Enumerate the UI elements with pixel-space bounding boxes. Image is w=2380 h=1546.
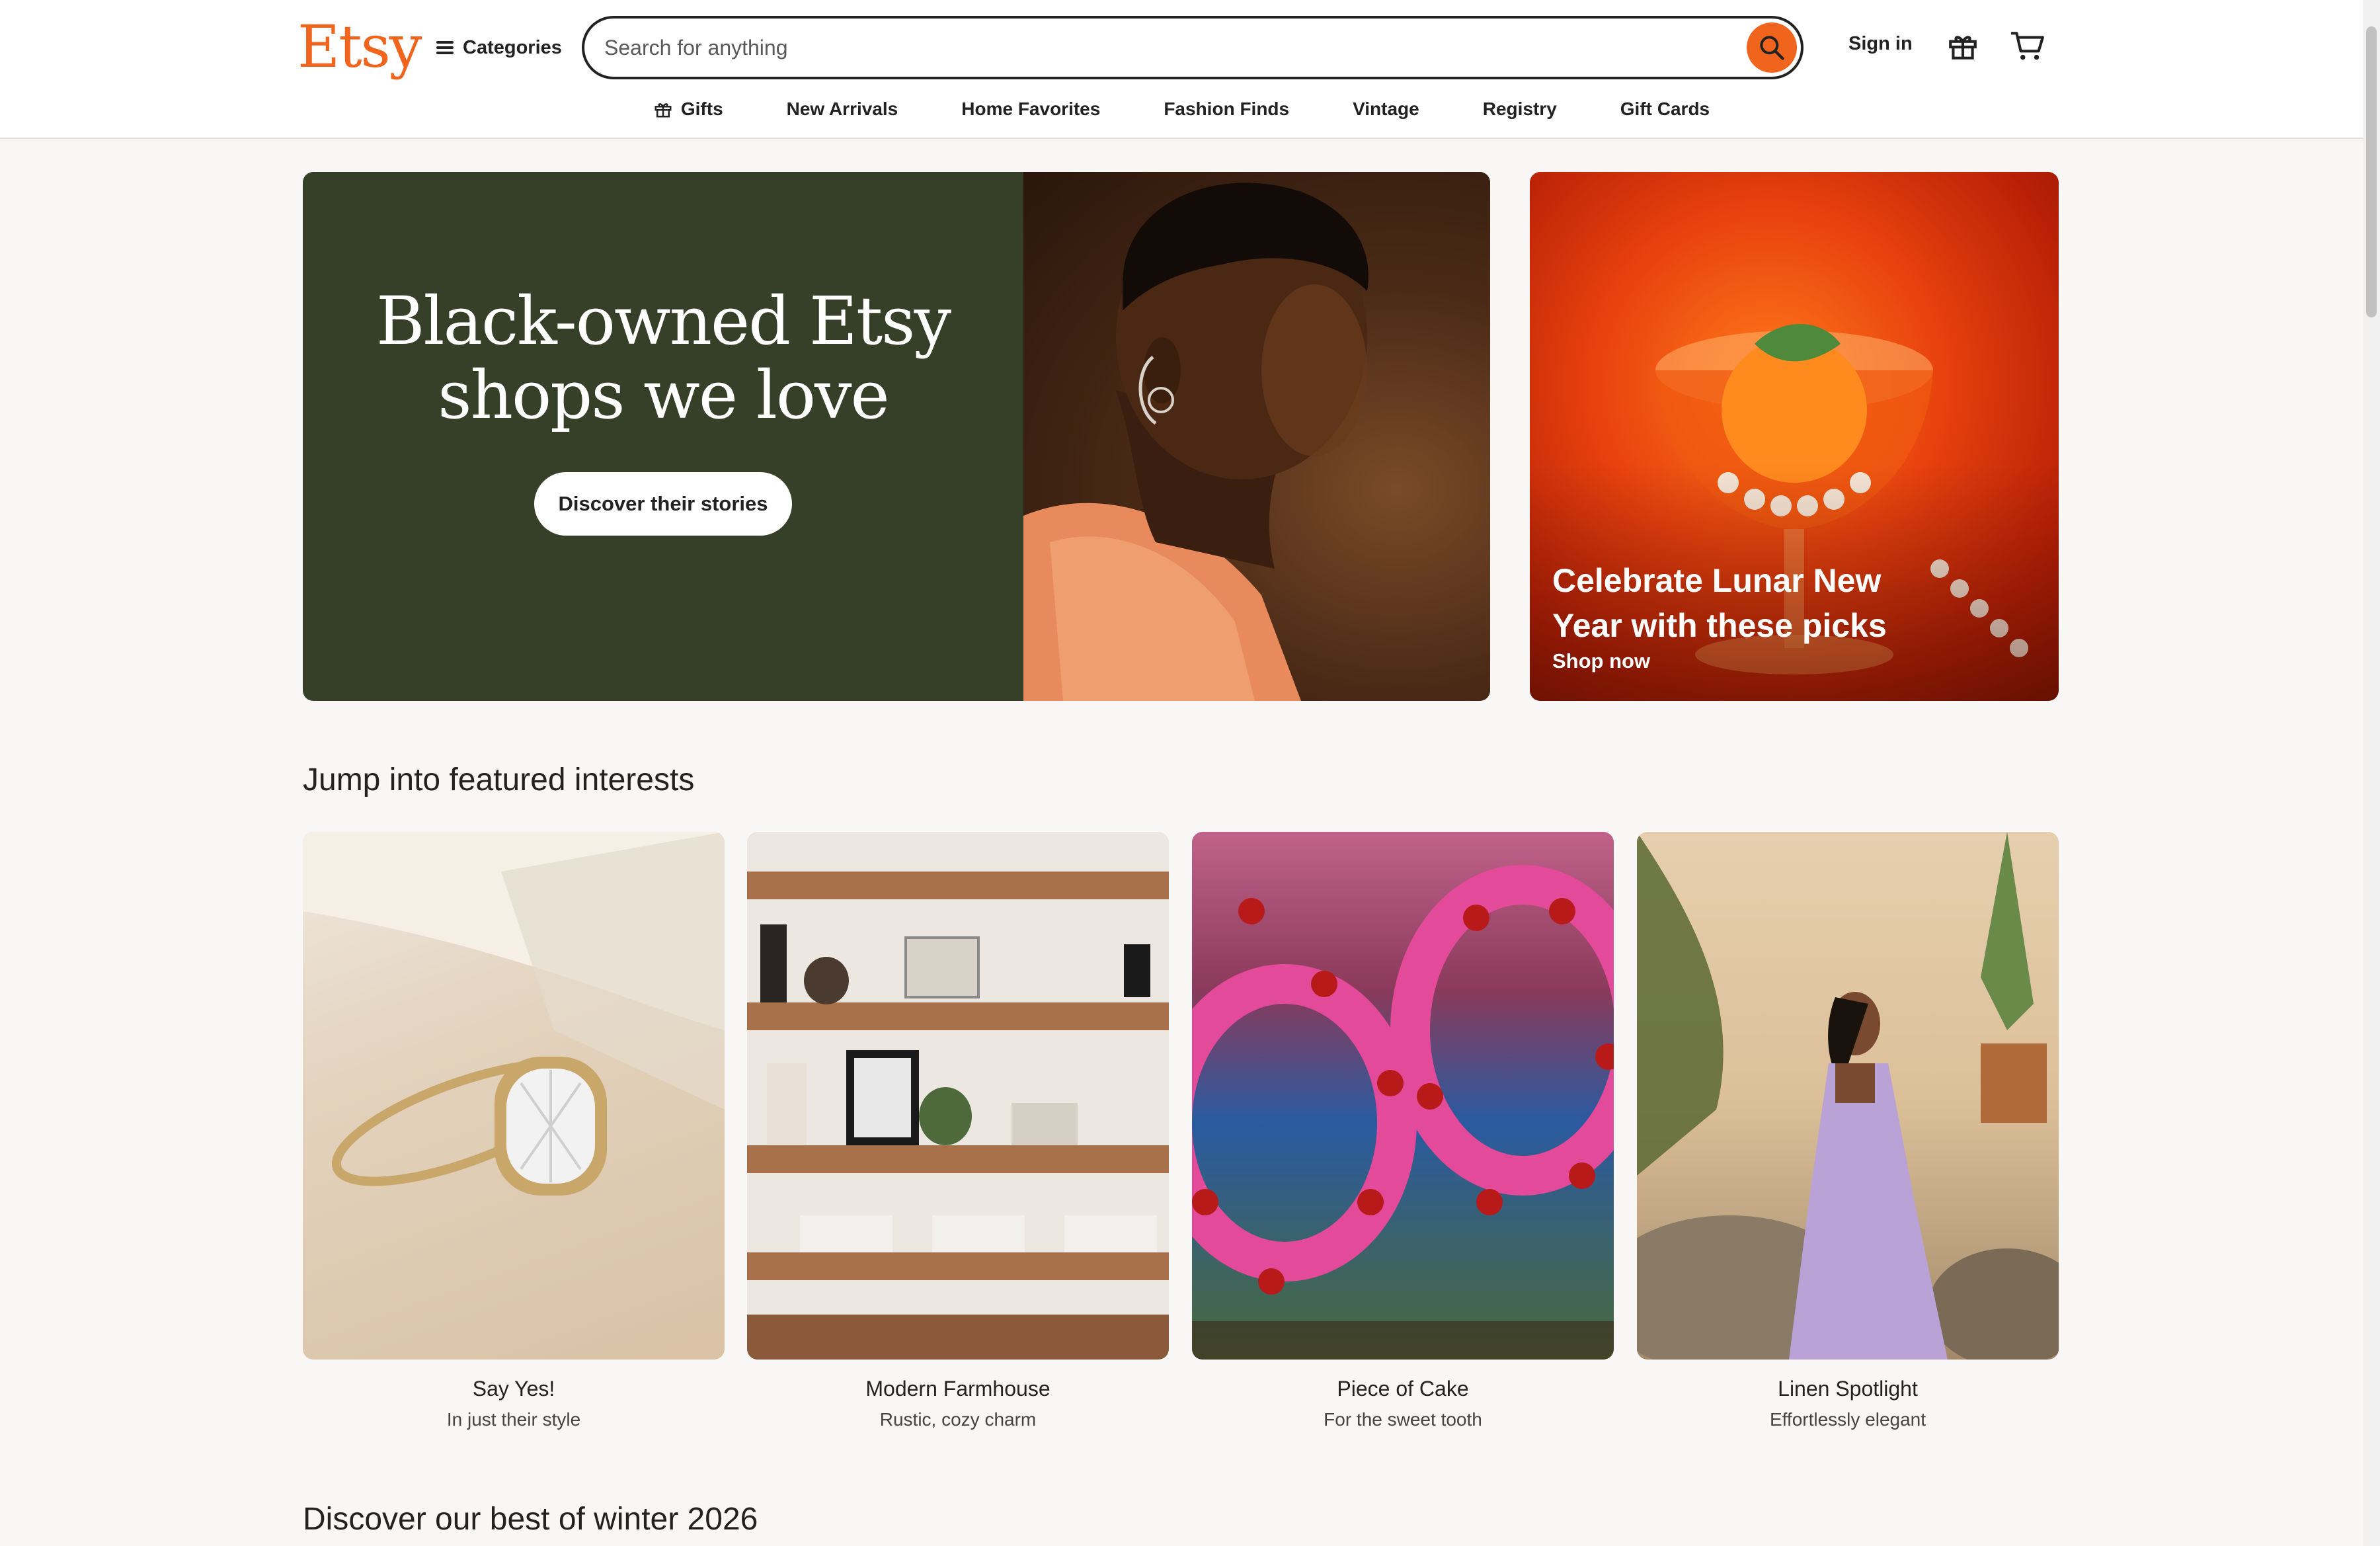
nav-item-new-arrivals[interactable]: New Arrivals [755, 93, 930, 126]
scrollbar-thumb[interactable] [2366, 26, 2377, 317]
featured-heading: Jump into featured interests [303, 762, 695, 797]
nav-item-gift-cards[interactable]: Gift Cards [1589, 93, 1741, 126]
menu-icon [436, 41, 454, 54]
shelves-image [747, 832, 1169, 1360]
search-icon [1760, 36, 1784, 60]
linen-illustration [1637, 832, 2059, 1360]
hero-title-line: shops we love [438, 356, 889, 434]
hero-title-line: Black-owned Etsy [376, 282, 951, 360]
categories-button[interactable]: Categories [436, 29, 562, 66]
hero-text-panel: Black-owned Etsy shops we love Discover … [303, 172, 1023, 701]
discover-stories-button[interactable]: Discover their stories [534, 472, 792, 536]
linen-dress-image [1637, 832, 2059, 1360]
cake-image [1192, 832, 1614, 1360]
page-scrollbar[interactable] [2363, 0, 2380, 1546]
card-title: Say Yes! [472, 1377, 555, 1401]
nav-item-label: Gifts [680, 99, 723, 119]
hero-banner[interactable]: Black-owned Etsy shops we love Discover … [303, 172, 1490, 701]
card-subtitle: For the sweet tooth [1324, 1409, 1482, 1430]
card-title: Modern Farmhouse [865, 1377, 1051, 1401]
ring-image [303, 832, 725, 1360]
ring-illustration [303, 832, 725, 1196]
card-title: Linen Spotlight [1778, 1377, 1918, 1401]
lunar-new-year-promo[interactable]: Celebrate Lunar New Year with these pick… [1530, 172, 2059, 701]
nav-item-home-favorites[interactable]: Home Favorites [930, 93, 1132, 126]
nav-item-gifts[interactable]: Gifts [621, 93, 755, 126]
featured-card-say-yes[interactable]: Say Yes! In just their style [303, 832, 725, 1430]
promo-title-line: Celebrate Lunar New [1552, 562, 1882, 599]
card-subtitle: Rustic, cozy charm [879, 1409, 1037, 1430]
cake-illustration [1192, 865, 1614, 1360]
category-nav: Gifts New Arrivals Home Favorites Fashio… [0, 93, 2363, 126]
featured-card-linen-spotlight[interactable]: Linen Spotlight Effortlessly elegant [1637, 832, 2059, 1430]
card-subtitle: In just their style [446, 1409, 581, 1430]
hero-title: Black-owned Etsy shops we love [376, 282, 951, 434]
portrait-illustration [1023, 183, 1368, 701]
search-bar [582, 16, 1804, 79]
shop-now-link[interactable]: Shop now [1552, 649, 1650, 673]
categories-label: Categories [463, 36, 562, 58]
promo-title-line: Year with these picks [1552, 607, 1887, 644]
nav-item-registry[interactable]: Registry [1451, 93, 1589, 126]
search-button[interactable] [1747, 22, 1797, 73]
promo-title: Celebrate Lunar New Year with these pick… [1552, 558, 2015, 648]
gift-icon[interactable] [1946, 29, 1979, 62]
card-title: Piece of Cake [1337, 1377, 1469, 1401]
nav-item-fashion-finds[interactable]: Fashion Finds [1132, 93, 1321, 126]
site-header: Etsy Categories Sign in [0, 0, 2363, 139]
card-subtitle: Effortlessly elegant [1769, 1409, 1926, 1430]
winter-heading: Discover our best of winter 2026 [303, 1502, 758, 1537]
sign-in-link[interactable]: Sign in [1848, 33, 1913, 55]
etsy-logo[interactable]: Etsy [298, 11, 422, 83]
cart-icon[interactable] [2010, 29, 2045, 62]
search-input[interactable] [604, 19, 1728, 77]
hero-portrait-image [1023, 172, 1490, 701]
shelves-illustration [747, 872, 1169, 1360]
featured-card-piece-of-cake[interactable]: Piece of Cake For the sweet tooth [1192, 832, 1614, 1430]
featured-card-modern-farmhouse[interactable]: Modern Farmhouse Rustic, cozy charm [747, 832, 1169, 1430]
nav-item-vintage[interactable]: Vintage [1321, 93, 1451, 126]
gift-icon [654, 103, 672, 118]
